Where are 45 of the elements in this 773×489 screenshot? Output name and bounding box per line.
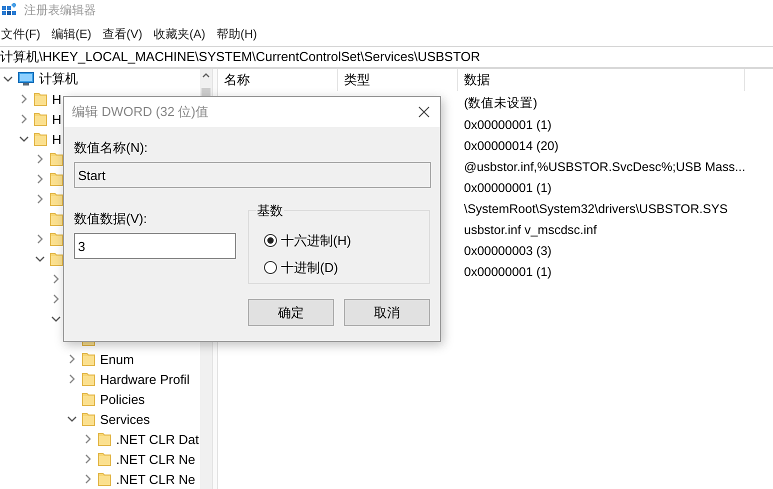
tree-item[interactable]: H — [52, 92, 62, 106]
menu-item[interactable]: 收藏夹(A) — [152, 26, 210, 42]
column-header[interactable]: 数据 — [458, 69, 745, 91]
ok-button[interactable]: 确定 — [248, 299, 334, 326]
close-icon[interactable] — [418, 106, 430, 118]
tree-item[interactable]: Policies — [100, 392, 145, 406]
table-cell: 0x00000001 (1) — [464, 264, 552, 278]
radio-button[interactable] — [264, 234, 277, 247]
table-cell: usbstor.inf v_mscdsc.inf — [464, 222, 597, 236]
tree-item[interactable]: .NET CLR Dat — [116, 432, 199, 446]
menu-item[interactable]: 编辑(E) — [50, 26, 96, 42]
tree-item[interactable]: .NET CLR Ne — [116, 472, 196, 486]
table-cell: 0x00000014 (20) — [464, 138, 559, 152]
table-cell: 0x00000001 (1) — [464, 180, 552, 194]
menu-item[interactable]: 文件(F) — [0, 26, 44, 42]
radio-label[interactable]: 十进制(D) — [281, 258, 338, 276]
tree-item[interactable]: H — [52, 132, 62, 146]
cancel-button[interactable]: 取消 — [344, 299, 430, 326]
window-title: 注册表编辑器 — [24, 2, 96, 18]
registry-icon — [2, 3, 16, 17]
input-field[interactable]: 3 — [74, 233, 236, 259]
dialog-title: 编辑 DWORD (32 位)值 — [72, 103, 208, 121]
table-cell: \SystemRoot\System32\drivers\USBSTOR.SYS — [464, 202, 728, 216]
table-cell: 0x00000003 (3) — [464, 244, 552, 258]
tree-item[interactable]: 计算机 — [39, 70, 78, 88]
tree-item[interactable]: Enum — [100, 352, 134, 366]
computer-icon — [18, 72, 34, 86]
address-bar[interactable]: 计算机\HKEY_LOCAL_MACHINE\SYSTEM\CurrentControlSet\Services\USBSTOR — [0, 46, 773, 69]
menu-item[interactable]: 查看(V) — [101, 26, 146, 42]
tree-item[interactable]: Services — [100, 412, 150, 426]
field-label: 数值名称(N): — [74, 139, 149, 157]
table-cell: @usbstor.inf,%USBSTOR.SvcDesc%;USB Mass... — [464, 160, 746, 174]
tree-item[interactable]: H — [52, 112, 62, 126]
menu-item[interactable]: 帮助(H) — [215, 26, 261, 42]
tree-item[interactable]: .NET CLR Ne — [116, 452, 196, 466]
table-cell: 0x00000001 (1) — [464, 118, 552, 132]
group-title: 基数 — [256, 202, 284, 220]
column-header[interactable]: 类型 — [338, 69, 458, 91]
radio-label[interactable]: 十六进制(H) — [281, 232, 352, 250]
field-label: 数值数据(V): — [74, 210, 148, 228]
table-cell: (数值未设置) — [464, 96, 538, 110]
tree-item[interactable]: Hardware Profil — [100, 372, 190, 386]
input-field[interactable]: Start — [74, 162, 431, 188]
column-header[interactable]: 名称 — [218, 69, 338, 91]
radio-button[interactable] — [264, 261, 277, 274]
